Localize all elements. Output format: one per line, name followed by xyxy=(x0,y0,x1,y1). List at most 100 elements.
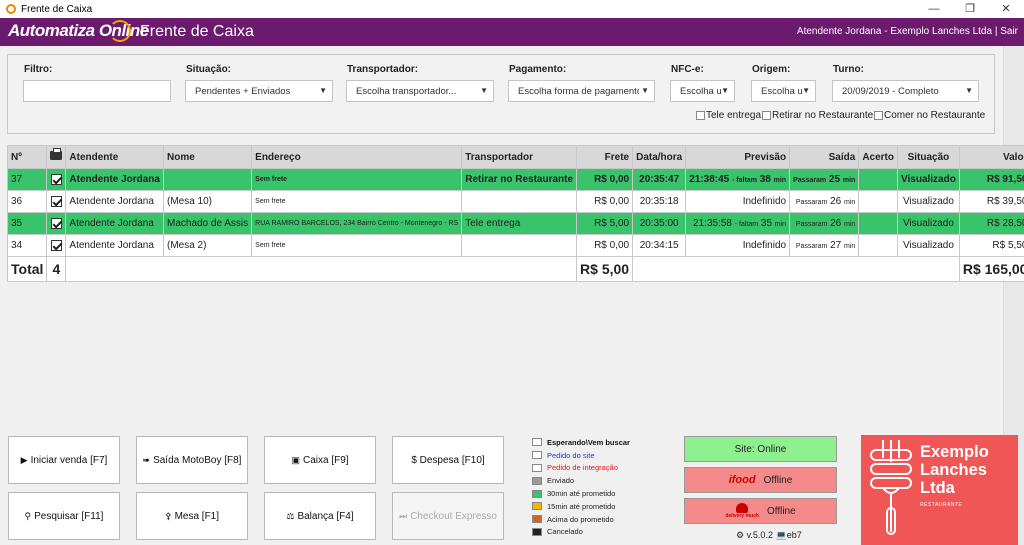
version-info: ⚙ v.5.0.2 💻eb7 xyxy=(736,530,802,540)
minimize-icon[interactable]: — xyxy=(916,0,952,18)
table-row[interactable]: 34 Atendente Jordana (Mesa 2) Sem frete … xyxy=(6,234,1024,257)
table-row[interactable]: 37 Atendente Jordana Sem frete Retirar n… xyxy=(6,168,1024,191)
monitor-icon: 💻 xyxy=(775,530,787,540)
restaurant-logo-panel: Exemplo Lanches Ltda RESTAURANTE xyxy=(861,435,1018,545)
delivery-much-status-button[interactable]: delivery much Offline xyxy=(684,498,837,524)
col-print[interactable] xyxy=(46,145,67,169)
col-frete[interactable]: Frete xyxy=(576,145,634,169)
legend-item: Esperando\Vem buscar xyxy=(532,436,630,449)
origem-label: Origem: xyxy=(752,64,791,75)
retirar-restaurante-checkbox[interactable]: Retirar no Restaurante xyxy=(762,110,873,121)
chevron-down-icon: ▼ xyxy=(965,86,973,95)
printed-checkbox[interactable] xyxy=(50,217,62,229)
col-acerto[interactable]: Acerto xyxy=(858,145,898,169)
site-status-button[interactable]: Site: Online xyxy=(684,436,837,462)
money-icon: ▣ xyxy=(291,454,300,465)
despesa-button[interactable]: $ Despesa [F10] xyxy=(392,436,504,484)
printed-checkbox[interactable] xyxy=(50,173,62,185)
pagamento-select[interactable]: Escolha forma de pagamento ▼ xyxy=(508,80,655,102)
printer-icon xyxy=(50,148,63,160)
col-transportador[interactable]: Transportador xyxy=(461,145,578,169)
legend-swatch xyxy=(532,476,542,485)
play-icon: ▶ xyxy=(20,454,28,465)
legend-label: Esperando\Vem buscar xyxy=(547,437,630,447)
transportador-select[interactable]: Escolha transportador... ▼ xyxy=(346,80,494,102)
close-icon[interactable]: ✕ xyxy=(988,0,1024,18)
legend-swatch xyxy=(532,489,542,498)
logo-ring-icon xyxy=(109,20,131,42)
saida-motoboy-button[interactable]: ➠ Saída MotoBoy [F8] xyxy=(136,436,248,484)
restore-icon[interactable]: ❐ xyxy=(952,0,988,18)
legend-item: 30min até prometido xyxy=(532,487,630,500)
orders-table: Nº Atendente Nome Endereço Transportador… xyxy=(6,145,1024,282)
table-row[interactable]: 35 Atendente Jordana Machado de Assis RU… xyxy=(6,212,1024,235)
printed-checkbox[interactable] xyxy=(50,239,62,251)
situacao-select[interactable]: Pendentes + Enviados ▼ xyxy=(185,80,333,102)
exit-icon: ➠ xyxy=(142,454,151,465)
table-header: Nº Atendente Nome Endereço Transportador… xyxy=(6,145,1024,169)
fast-forward-icon: ⏭ xyxy=(399,510,408,521)
origem-select[interactable]: Escolha u ▼ xyxy=(751,80,816,102)
restaurant-subtitle: RESTAURANTE xyxy=(920,502,963,508)
chevron-down-icon: ▼ xyxy=(480,86,488,95)
ifood-status-button[interactable]: ifood Offline xyxy=(684,467,837,493)
table-row[interactable]: 36 Atendente Jordana (Mesa 10) Sem frete… xyxy=(6,190,1024,213)
nfce-select[interactable]: Escolha u ▼ xyxy=(670,80,735,102)
comer-restaurante-checkbox[interactable]: Comer no Restaurante xyxy=(874,110,985,121)
legend-item: Pedido do site xyxy=(532,449,630,462)
col-datahora[interactable]: Data/hora xyxy=(632,145,687,169)
col-saida[interactable]: Saída xyxy=(789,145,860,169)
legend-label: 15min até prometido xyxy=(547,501,616,511)
status-legend: Esperando\Vem buscar Pedido do site Pedido… xyxy=(532,436,630,538)
filtro-label: Filtro: xyxy=(24,64,53,75)
legend-swatch xyxy=(532,438,542,447)
col-previsao[interactable]: Previsão xyxy=(685,145,791,169)
window-titlebar: Frente de Caixa — ❐ ✕ xyxy=(0,0,1024,18)
legend-label: 30min até prometido xyxy=(547,489,616,499)
checkout-expresso-button[interactable]: ⏭ Checkout Expresso xyxy=(392,492,504,540)
legend-swatch xyxy=(532,451,542,460)
col-atendente[interactable]: Atendente xyxy=(65,145,164,169)
situacao-label: Situação: xyxy=(186,64,232,75)
window-controls: — ❐ ✕ xyxy=(916,0,1024,18)
filtro-input[interactable] xyxy=(23,80,171,102)
tele-entrega-checkbox[interactable]: Tele entrega xyxy=(696,110,761,121)
hotdog-fork-icon xyxy=(870,440,912,535)
legend-item: Enviado xyxy=(532,474,630,487)
iniciar-venda-button[interactable]: ▶ Iniciar venda [F7] xyxy=(8,436,120,484)
legend-item: 15min até prometido xyxy=(532,500,630,513)
scale-icon: ⚖ xyxy=(286,510,295,521)
col-nome[interactable]: Nome xyxy=(162,145,253,169)
col-situacao[interactable]: Situação xyxy=(897,145,960,169)
transportador-label: Transportador: xyxy=(347,64,419,75)
chevron-down-icon: ▼ xyxy=(319,86,327,95)
turno-select[interactable]: 20/09/2019 - Completo ▼ xyxy=(832,80,979,102)
printed-checkbox[interactable] xyxy=(50,195,62,207)
total-frete: R$ 5,00 xyxy=(576,256,634,282)
legend-item: Acima do prometido xyxy=(532,513,630,526)
user-info-link[interactable]: Atendente Jordana - Exemplo Lanches Ltda… xyxy=(797,26,1018,37)
caixa-button[interactable]: ▣ Caixa [F9] xyxy=(264,436,376,484)
col-valor[interactable]: Valor xyxy=(958,145,1024,169)
app-title: Frente de Caixa xyxy=(140,23,254,40)
col-numero[interactable]: Nº xyxy=(6,145,48,169)
mesa-button[interactable]: ⚴ Mesa [F1] xyxy=(136,492,248,540)
gear-icon: ⚙ xyxy=(736,530,745,540)
legend-item: Pedido de integração xyxy=(532,462,630,475)
pagamento-label: Pagamento: xyxy=(509,64,567,75)
app-icon xyxy=(6,4,16,14)
turno-label: Turno: xyxy=(833,64,864,75)
col-endereco[interactable]: Endereço xyxy=(251,145,463,169)
chevron-down-icon: ▼ xyxy=(721,86,729,95)
legend-swatch xyxy=(532,463,542,472)
filter-panel: Filtro: Situação: Pendentes + Enviados ▼ … xyxy=(7,54,995,134)
cutlery-icon: ⚴ xyxy=(164,510,172,521)
pesquisar-button[interactable]: ⚲ Pesquisar [F11] xyxy=(8,492,120,540)
app-header: Automatiza Online Frente de Caixa Atende… xyxy=(0,18,1024,46)
total-label: Total xyxy=(6,256,48,282)
balanca-button[interactable]: ⚖ Balança [F4] xyxy=(264,492,376,540)
delivery-much-logo: delivery much xyxy=(725,503,759,519)
legend-label: Enviado xyxy=(547,476,575,486)
legend-label: Pedido de integração xyxy=(547,463,618,473)
total-valor: R$ 165,00 xyxy=(958,256,1024,282)
